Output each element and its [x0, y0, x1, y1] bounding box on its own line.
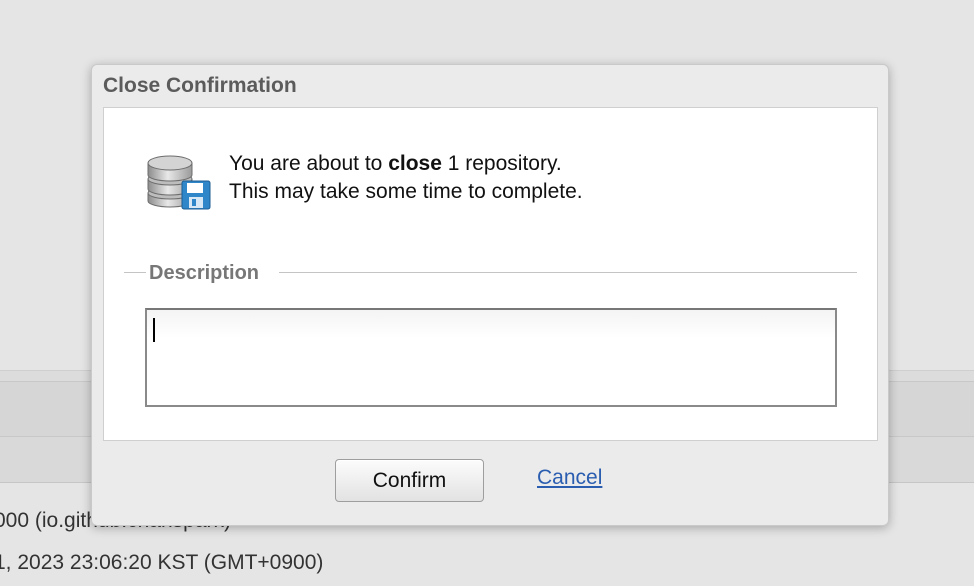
repository-database-save-icon — [147, 155, 211, 210]
confirmation-message: You are about to close 1 repository. Thi… — [229, 150, 583, 206]
confirm-button[interactable]: Confirm — [335, 459, 484, 502]
message-text: 1 repository. — [441, 152, 562, 175]
close-confirmation-dialog: Close Confirmation You are about to clos… — [91, 64, 889, 526]
fieldset-divider — [279, 272, 857, 273]
description-legend: Description — [149, 262, 260, 284]
message-text: You are about to — [229, 152, 389, 175]
text-cursor — [153, 318, 155, 342]
description-textarea[interactable] — [145, 308, 837, 407]
cancel-link[interactable]: Cancel — [537, 466, 602, 490]
message-line-2: This may take some time to complete. — [229, 180, 583, 203]
dialog-title: Close Confirmation — [103, 74, 297, 97]
fieldset-divider — [124, 272, 146, 273]
message-emphasis: close — [388, 152, 442, 175]
background-text-line: 1, 2023 23:06:20 KST (GMT+0900) — [0, 551, 324, 574]
dialog-body: You are about to close 1 repository. Thi… — [103, 107, 878, 441]
